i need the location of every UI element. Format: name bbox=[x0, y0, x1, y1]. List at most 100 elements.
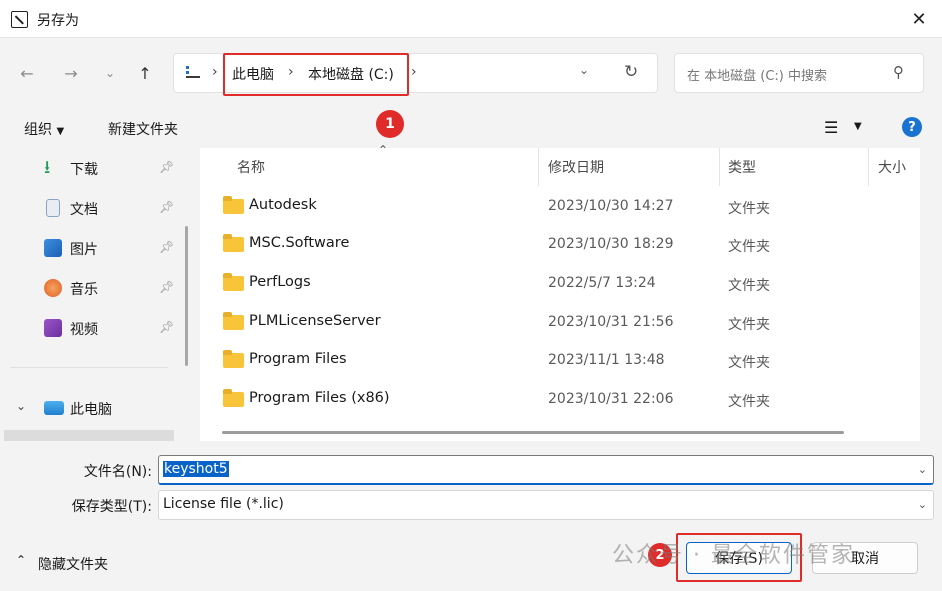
new-folder-button[interactable]: 新建文件夹 bbox=[108, 119, 178, 139]
table-row[interactable]: PLMLicenseServer 2023/10/31 21:56 文件夹 bbox=[200, 304, 920, 343]
table-row[interactable]: PerfLogs 2022/5/7 13:24 文件夹 bbox=[200, 265, 920, 304]
folder-icon bbox=[223, 234, 244, 252]
sidebar-item-music[interactable]: 音乐 📌︎ bbox=[4, 271, 182, 305]
file-type: 文件夹 bbox=[728, 278, 770, 294]
chevron-down-icon[interactable]: ⌄ bbox=[918, 463, 927, 476]
chevron-right-icon: › bbox=[212, 64, 218, 80]
command-bar: 组织 ▼ 新建文件夹 ☰ ▼ ? bbox=[0, 107, 942, 147]
filetype-value: License file (*.lic) bbox=[163, 496, 284, 512]
filename-field[interactable]: keyshot5 ⌄ bbox=[158, 455, 934, 485]
sidebar-item-label: 视频 bbox=[70, 322, 98, 338]
sidebar-item-label: 文档 bbox=[70, 202, 98, 218]
address-dropdown-icon[interactable]: ⌄ bbox=[579, 63, 589, 77]
table-row[interactable]: MSC.Software 2023/10/30 18:29 文件夹 bbox=[200, 226, 920, 265]
caret-down-icon[interactable]: ▼ bbox=[854, 121, 862, 132]
column-divider[interactable] bbox=[538, 148, 539, 186]
forward-button[interactable]: → bbox=[59, 61, 83, 85]
watermark: 公众号 · 最全软件管家 bbox=[612, 543, 855, 568]
filename-value[interactable]: keyshot5 bbox=[163, 461, 229, 477]
pin-icon[interactable]: 📌︎ bbox=[159, 200, 174, 214]
up-button[interactable]: ↑ bbox=[133, 61, 157, 85]
arrow-left-icon: ← bbox=[20, 63, 34, 83]
column-divider[interactable] bbox=[868, 148, 869, 186]
sidebar-item-documents[interactable]: 文档 📌︎ bbox=[4, 191, 182, 225]
help-icon[interactable]: ? bbox=[902, 117, 922, 137]
chevron-right-icon: › bbox=[411, 64, 417, 80]
column-header-modified[interactable]: 修改日期 bbox=[548, 157, 604, 177]
column-header-type[interactable]: 类型 bbox=[728, 157, 756, 177]
sidebar-item-downloads[interactable]: ⭳ 下载 📌︎ bbox=[4, 151, 182, 185]
navigation-pane: ⭳ 下载 📌︎ 文档 📌︎ 图片 📌︎ 音乐 📌︎ 视频 📌︎ ⌄ 此电脑 bbox=[4, 148, 184, 441]
download-icon: ⭳ bbox=[44, 157, 51, 178]
sidebar-item-this-pc[interactable]: ⌄ 此电脑 bbox=[4, 391, 182, 425]
folder-icon bbox=[223, 350, 244, 368]
close-icon: ✕ bbox=[911, 8, 927, 30]
file-modified: 2023/10/30 18:29 bbox=[548, 236, 674, 252]
refresh-icon[interactable]: ↻ bbox=[624, 62, 638, 82]
folder-icon bbox=[223, 196, 244, 214]
computer-icon bbox=[186, 66, 200, 78]
sidebar-item-label: 图片 bbox=[70, 242, 98, 258]
file-modified: 2023/10/30 14:27 bbox=[548, 198, 674, 214]
pin-icon[interactable]: 📌︎ bbox=[159, 160, 174, 174]
organize-button[interactable]: 组织 ▼ bbox=[24, 119, 64, 139]
column-header-size[interactable]: 大小 bbox=[878, 157, 906, 177]
file-modified: 2023/10/31 21:56 bbox=[548, 314, 674, 330]
horizontal-scrollbar[interactable] bbox=[222, 431, 844, 434]
music-icon bbox=[44, 279, 62, 297]
view-list-icon[interactable]: ☰ bbox=[824, 118, 838, 137]
pin-icon[interactable]: 📌︎ bbox=[159, 280, 174, 294]
window-title: 另存为 bbox=[37, 13, 79, 29]
chevron-down-icon[interactable]: ⌄ bbox=[918, 498, 927, 511]
pin-icon[interactable]: 📌︎ bbox=[159, 240, 174, 254]
video-icon bbox=[44, 319, 62, 337]
table-row[interactable]: Autodesk 2023/10/30 14:27 文件夹 bbox=[200, 188, 920, 227]
recent-locations-button[interactable]: ⌄ bbox=[98, 61, 122, 85]
organize-label: 组织 bbox=[24, 122, 52, 138]
file-modified: 2023/11/1 13:48 bbox=[548, 352, 665, 368]
file-modified: 2023/10/31 22:06 bbox=[548, 391, 674, 407]
file-name: Program Files (x86) bbox=[249, 390, 390, 406]
sort-ascending-icon: ⌃ bbox=[378, 143, 389, 157]
chevron-down-icon: ⌄ bbox=[104, 66, 116, 80]
file-type: 文件夹 bbox=[728, 317, 770, 333]
search-placeholder: 在 本地磁盘 (C:) 中搜索 bbox=[687, 69, 827, 84]
search-box[interactable]: 在 本地磁盘 (C:) 中搜索 ⚲ bbox=[674, 53, 924, 93]
search-icon[interactable]: ⚲ bbox=[893, 63, 904, 81]
sidebar-item-pictures[interactable]: 图片 📌︎ bbox=[4, 231, 182, 265]
caret-down-icon: ▼ bbox=[56, 126, 65, 137]
sidebar-selected-item[interactable] bbox=[4, 430, 174, 441]
file-type: 文件夹 bbox=[728, 201, 770, 217]
file-name: Autodesk bbox=[249, 197, 317, 213]
folder-icon bbox=[223, 312, 244, 330]
column-header-name[interactable]: 名称 bbox=[237, 157, 265, 177]
table-row[interactable]: Program Files 2023/11/1 13:48 文件夹 bbox=[200, 342, 920, 381]
hide-folders-button[interactable]: 隐藏文件夹 bbox=[38, 554, 108, 574]
file-modified: 2022/5/7 13:24 bbox=[548, 275, 656, 291]
annotation-box-1 bbox=[223, 53, 409, 96]
chevron-down-icon[interactable]: ⌄ bbox=[16, 399, 26, 413]
sidebar-item-label: 音乐 bbox=[70, 282, 98, 298]
close-button[interactable]: ✕ bbox=[900, 4, 938, 34]
picture-icon bbox=[44, 239, 62, 257]
file-name: PLMLicenseServer bbox=[249, 313, 381, 329]
chevron-up-icon[interactable]: ⌃ bbox=[16, 553, 26, 567]
filetype-select[interactable]: License file (*.lic) ⌄ bbox=[158, 490, 934, 520]
sidebar-item-label: 下载 bbox=[70, 162, 98, 178]
app-icon bbox=[11, 11, 28, 28]
column-divider[interactable] bbox=[719, 148, 720, 186]
computer-icon bbox=[44, 401, 64, 415]
file-name: Program Files bbox=[249, 351, 347, 367]
sidebar-item-label: 此电脑 bbox=[70, 402, 112, 418]
file-type: 文件夹 bbox=[728, 394, 770, 410]
sidebar-scrollbar[interactable] bbox=[185, 226, 188, 366]
arrow-right-icon: → bbox=[64, 63, 78, 83]
file-list: ⌃ 名称 修改日期 类型 大小 Autodesk 2023/10/30 14:2… bbox=[200, 143, 920, 441]
back-button[interactable]: ← bbox=[15, 61, 39, 85]
divider bbox=[10, 367, 168, 368]
filetype-label: 保存类型(T): bbox=[71, 499, 152, 515]
pin-icon[interactable]: 📌︎ bbox=[159, 320, 174, 334]
folder-icon bbox=[223, 389, 244, 407]
sidebar-item-videos[interactable]: 视频 📌︎ bbox=[4, 311, 182, 345]
table-row[interactable]: Program Files (x86) 2023/10/31 22:06 文件夹 bbox=[200, 381, 920, 420]
